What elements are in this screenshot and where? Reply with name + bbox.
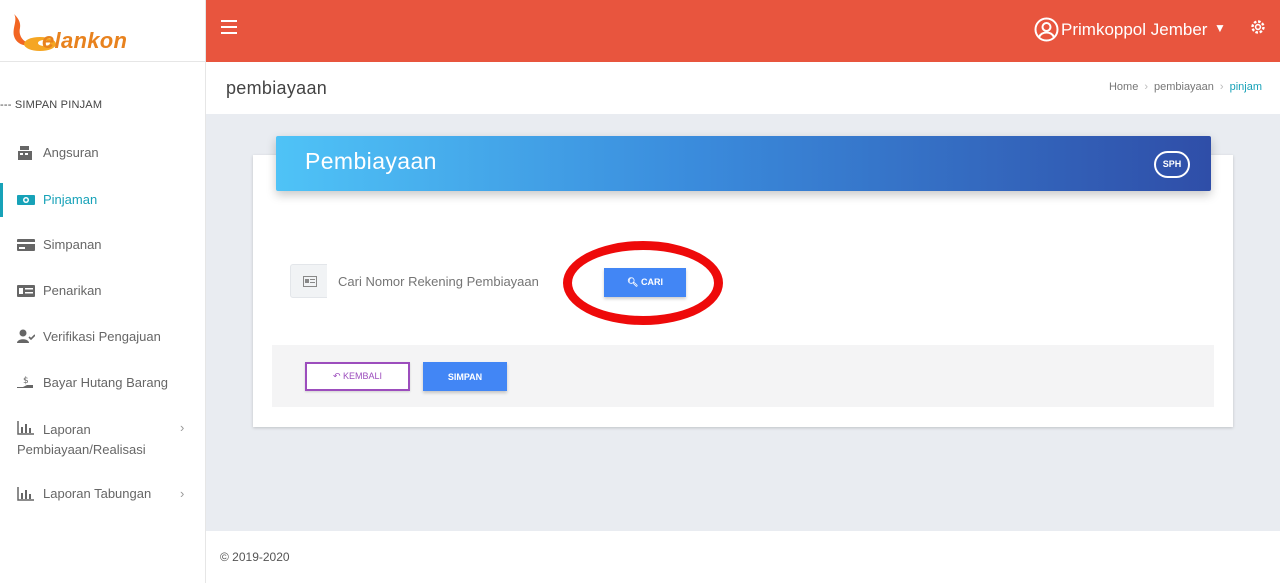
back-button[interactable]: ↶ KEMBALI xyxy=(305,362,410,391)
active-indicator xyxy=(0,183,3,217)
hand-holding-dollar-icon: $ xyxy=(17,376,33,388)
sph-badge[interactable]: SPH xyxy=(1154,151,1190,178)
sidebar-item-label: Laporan Pembiayaan/Realisasi xyxy=(17,422,146,457)
card-header: Pembiayaan SPH xyxy=(276,136,1211,191)
content-header: pembiayaan Home › pembiayaan › pinjam xyxy=(206,62,1280,114)
sidebar-item-label: Pinjaman xyxy=(43,192,98,207)
user-check-icon xyxy=(17,329,35,343)
cash-register-icon xyxy=(18,146,32,160)
credit-card-icon xyxy=(17,239,35,251)
brand-logo[interactable]: elankon xyxy=(0,0,205,62)
user-avatar-icon xyxy=(1034,17,1059,42)
copyright-text: © 2019-2020 xyxy=(220,550,290,564)
user-name: Primkoppol Jember xyxy=(1061,20,1208,39)
reply-arrow-icon: ↶ xyxy=(332,371,341,381)
highlight-ring-annotation xyxy=(563,241,723,325)
sidebar-item-label: Angsuran xyxy=(43,145,99,160)
breadcrumb-current: pinjam xyxy=(1229,81,1262,93)
id-card-icon xyxy=(290,264,328,298)
card-footer xyxy=(272,345,1214,407)
svg-text:$: $ xyxy=(23,376,29,386)
sidebar-item-label: Simpanan xyxy=(43,237,102,252)
brand-name: elankon xyxy=(42,28,128,53)
sidebar-item-label: Bayar Hutang Barang xyxy=(43,375,169,390)
page-footer: © 2019-2020 xyxy=(206,531,1280,583)
money-check-icon xyxy=(17,285,35,297)
sidebar-item-label: Penarikan xyxy=(43,283,102,298)
sidebar-item-label: Verifikasi Pengajuan xyxy=(43,329,161,344)
chart-bar-icon xyxy=(17,487,34,501)
card-title: Pembiayaan xyxy=(305,148,437,174)
breadcrumb-home[interactable]: Home xyxy=(1109,81,1138,93)
sidebar: elankon --- SIMPAN PINJAM Angsuran Pinja… xyxy=(0,0,206,583)
sidebar-item-label: Laporan Tabungan xyxy=(43,486,152,501)
breadcrumb-pembiayaan[interactable]: pembiayaan xyxy=(1154,81,1214,93)
back-button-label: KEMBALI xyxy=(343,371,383,381)
chevron-right-icon: › xyxy=(180,486,185,501)
breadcrumb: Home › pembiayaan › pinjam xyxy=(1108,81,1262,93)
search-account-input[interactable] xyxy=(327,264,575,298)
sidebar-section-label: --- SIMPAN PINJAM xyxy=(0,99,103,111)
chevron-right-icon: › xyxy=(180,420,185,435)
chevron-down-icon: ▼ xyxy=(1214,21,1226,35)
save-button[interactable]: SIMPAN xyxy=(423,362,507,391)
page-title: pembiayaan xyxy=(226,78,328,98)
search-input-group xyxy=(290,264,575,298)
menu-toggle-icon[interactable] xyxy=(221,20,237,34)
top-navbar: Primkoppol Jember ▼ xyxy=(206,0,1280,62)
gear-icon[interactable] xyxy=(1249,18,1267,36)
money-bill-icon xyxy=(17,195,35,205)
